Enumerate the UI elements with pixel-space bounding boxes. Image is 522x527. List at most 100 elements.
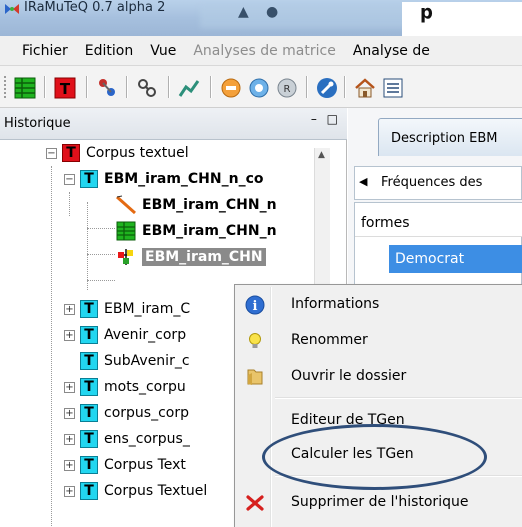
molecule-icon (99, 79, 115, 96)
tree-item[interactable]: EBM_iram_CHN_n (116, 192, 277, 218)
tree-item-label: corpus_corp (104, 405, 189, 421)
home-icon (355, 78, 375, 98)
tree-item[interactable]: Tcorpus_corp (80, 400, 189, 426)
link-icon (138, 79, 156, 97)
tgen-icon (118, 249, 133, 265)
home-button[interactable] (352, 75, 378, 101)
subtab-bar: ◀ Fréquences des (354, 166, 522, 200)
expand-toggle[interactable]: + (64, 434, 75, 445)
grey-circle-icon: R (277, 78, 297, 98)
menu-item-renommer[interactable]: Renommer (237, 323, 522, 357)
tree-item-corpus-textuel[interactable]: T Corpus textuel (62, 140, 189, 166)
list-item-label: Democrat (395, 251, 465, 267)
app-logo-icon (5, 4, 19, 14)
tab-label: Description EBM (391, 131, 498, 146)
collapse-toggle[interactable]: − (64, 174, 75, 185)
svg-text:i: i (253, 299, 258, 314)
svg-text:R: R (284, 84, 291, 95)
expand-toggle[interactable]: + (64, 460, 75, 471)
delete-icon (245, 493, 265, 513)
menu-fichier[interactable]: Fichier (22, 43, 68, 59)
tool-button-5[interactable] (176, 75, 202, 101)
menu-item-informations[interactable]: i Informations (237, 287, 522, 321)
tool-button-8[interactable]: R (274, 75, 300, 101)
expand-toggle[interactable]: + (64, 330, 75, 341)
specificity-icon (116, 195, 136, 215)
menu-edition[interactable]: Edition (85, 43, 133, 59)
tree-item-label: EBM_iram_CHN_n_co (104, 171, 264, 187)
menu-analyse-de-texte[interactable]: Analyse de (353, 43, 430, 59)
forms-column-header[interactable]: formes (355, 203, 522, 237)
tab-scroll-left-icon[interactable]: ◀ (359, 175, 367, 188)
chart-icon (178, 80, 200, 97)
panel-window-buttons[interactable]: – □ (311, 112, 341, 126)
tree-item[interactable]: T Corpus Textuel (80, 478, 207, 504)
menu-item-label: Supprimer de l'historique (291, 494, 469, 510)
settings-button[interactable] (314, 75, 340, 101)
text-analysis-icon: T (80, 300, 98, 318)
tree-item[interactable]: T SubAvenir_c (80, 348, 190, 374)
tree-item[interactable]: Tens_corpus_ (80, 426, 190, 452)
tree-item[interactable]: T EBM_iram_CHN_n_co (80, 166, 264, 192)
tree-item-label: EBM_iram_CHN (142, 248, 266, 266)
tree-item[interactable]: T Corpus Text (80, 452, 186, 478)
toolbar: T R (0, 66, 522, 108)
tree-item-label: Corpus textuel (86, 145, 189, 161)
tree-item-label: mots_corpu (104, 379, 186, 395)
menu-item-ouvrir-dossier[interactable]: Ouvrir le dossier (237, 359, 522, 393)
text-analysis-icon: T (80, 404, 98, 422)
annotation-ellipse (262, 424, 487, 490)
expand-toggle[interactable]: + (64, 486, 75, 497)
text-analysis-icon: T (80, 170, 98, 188)
text-analysis-icon: T (80, 482, 98, 500)
tree-item-label: EBM_iram_CHN_n (142, 223, 277, 239)
app-window: IRaMuTeQ 0.7 alpha 2 ▲ ● p Fichier Editi… (0, 0, 522, 527)
list-view-button[interactable] (380, 75, 406, 101)
text-analysis-icon: T (80, 456, 98, 474)
tree-item-label: SubAvenir_c (104, 353, 190, 369)
menu-vue[interactable]: Vue (150, 43, 176, 59)
column-header-label: formes (361, 215, 410, 231)
open-matrix-button[interactable] (12, 75, 38, 101)
tool-button-6[interactable] (218, 75, 244, 101)
svg-text:T: T (60, 80, 71, 98)
tree-item[interactable]: EBM_iram_CHN_n (116, 218, 277, 244)
scroll-up-arrow-icon[interactable]: ▲ (318, 150, 325, 160)
tree-item-label: EBM_iram_CHN_n (142, 197, 277, 213)
tree-item[interactable]: T EBM_iram_C (80, 296, 190, 322)
tab-description[interactable]: Description EBM (378, 118, 522, 156)
text-corpus-icon: T (54, 77, 76, 99)
menu-item-label: Renommer (291, 332, 368, 348)
list-item-selected[interactable]: Democrat (389, 245, 522, 273)
expand-toggle[interactable]: + (64, 382, 75, 393)
matrix-icon (14, 77, 36, 99)
menu-item-label: Ouvrir le dossier (291, 368, 407, 384)
collapse-toggle[interactable]: − (46, 148, 57, 159)
tree-item-label: EBM_iram_C (104, 301, 191, 317)
menu-analyses-de-matrice[interactable]: Analyses de matrice (193, 43, 335, 59)
open-corpus-button[interactable]: T (52, 75, 78, 101)
list-icon (383, 78, 403, 98)
folder-icon (245, 367, 265, 387)
tool-button-3[interactable] (94, 75, 120, 101)
text-corpus-icon: T (62, 144, 80, 162)
tree-item-selected[interactable]: EBM_iram_CHN (116, 244, 266, 270)
tree-item[interactable]: Tmots_corpu (80, 374, 186, 400)
toolbar-grip[interactable] (4, 76, 7, 98)
blurred-title-glyph: ● (266, 4, 279, 20)
expand-toggle[interactable]: + (64, 304, 75, 315)
text-analysis-icon: T (80, 430, 98, 448)
tree-item-label: Corpus Textuel (104, 483, 208, 499)
window-title: IRaMuTeQ 0.7 alpha 2 (24, 0, 166, 15)
tool-button-4[interactable] (134, 75, 160, 101)
tool-button-7[interactable] (246, 75, 272, 101)
menu-item-supprimer[interactable]: Supprimer de l'historique (237, 485, 522, 519)
tree-item[interactable]: T Avenir_corp (80, 322, 186, 348)
subtab-frequences[interactable]: Fréquences des (381, 175, 482, 190)
title-bar: IRaMuTeQ 0.7 alpha 2 ▲ ● p (0, 0, 522, 36)
tree-item-label: Corpus Text (104, 457, 186, 473)
history-panel-title: Historique (4, 116, 71, 131)
orange-circle-icon (221, 78, 241, 98)
expand-toggle[interactable]: + (64, 408, 75, 419)
tree-item-label: Avenir_corp (104, 327, 187, 343)
